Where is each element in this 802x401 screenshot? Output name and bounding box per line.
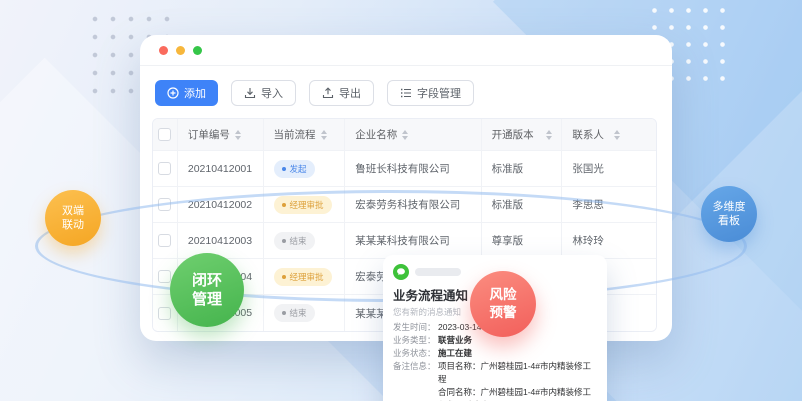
bubble-text: 双端	[62, 204, 84, 218]
table-row: 20210412003 结束 某某某科技有限公司 尊享版 林玲玲	[153, 223, 656, 259]
bubble-text: 闭环	[192, 271, 222, 291]
state-label: 业务状态：	[393, 347, 438, 360]
status-label: 发起	[290, 163, 307, 175]
status-dot	[282, 311, 286, 315]
contact-name: 林玲玲	[562, 223, 656, 258]
plus-circle-icon	[167, 87, 179, 99]
remark-line-1: 项目名称：广州碧桂园1-4#市内精装修工程	[438, 360, 597, 386]
table-row: 20210412001 发起 鲁班长科技有限公司 标准版 张国光	[153, 151, 656, 187]
bubble-text: 预警	[490, 304, 517, 322]
add-button-label: 添加	[184, 85, 206, 101]
company-name: 某某某科技有限公司	[345, 223, 481, 258]
table-header-row: 订单编号 当前流程 企业名称 开通版本 联系人	[153, 119, 656, 151]
bubble-text: 联动	[62, 218, 84, 232]
sort-icon[interactable]	[321, 130, 327, 140]
order-no: 20210412001	[178, 151, 264, 186]
column-header-contact: 联系人	[572, 127, 604, 142]
window-maximize-button[interactable]	[193, 46, 202, 55]
status-label: 结束	[290, 235, 307, 247]
field-management-button[interactable]: 字段管理	[387, 80, 474, 106]
status-dot	[282, 239, 286, 243]
status-label: 结束	[290, 307, 307, 319]
feature-bubble-closed-loop: 闭环 管理	[170, 253, 244, 327]
feature-bubble-dashboard: 多维度 看板	[701, 186, 757, 242]
status-badge: 结束	[274, 232, 315, 250]
row-checkbox[interactable]	[158, 234, 171, 247]
window-minimize-button[interactable]	[176, 46, 185, 55]
bubble-text: 管理	[192, 290, 222, 310]
order-no: 20210412002	[178, 187, 264, 222]
sort-icon[interactable]	[402, 130, 408, 140]
company-name: 鲁班长科技有限公司	[345, 151, 481, 186]
bubble-text: 看板	[718, 214, 740, 228]
toolbar: 添加 导入 导出 字段管理	[155, 80, 474, 106]
bubble-text: 风险	[490, 286, 517, 304]
marketing-hero-scene: 添加 导入 导出 字段管理	[0, 0, 802, 401]
notification-remark-line: 备注信息： 项目名称：广州碧桂园1-4#市内精装修工程 合同名称：广州碧桂园1-…	[393, 360, 597, 401]
import-button[interactable]: 导入	[231, 80, 296, 106]
field-management-button-label: 字段管理	[417, 85, 461, 101]
version: 尊享版	[482, 223, 563, 258]
company-name: 宏泰劳务科技有限公司	[345, 187, 481, 222]
status-dot	[282, 275, 286, 279]
column-header-flow: 当前流程	[274, 127, 316, 142]
notification-state-line: 业务状态： 施工在建	[393, 347, 597, 360]
window-titlebar	[140, 35, 672, 66]
sort-icon[interactable]	[546, 130, 552, 140]
status-badge: 经理审批	[274, 196, 332, 214]
status-dot	[282, 203, 286, 207]
export-button-label: 导出	[339, 85, 361, 101]
status-label: 经理审批	[290, 199, 324, 211]
row-checkbox[interactable]	[158, 307, 171, 320]
wechat-icon	[393, 264, 409, 280]
bubble-text: 多维度	[713, 200, 746, 214]
table-row: 20210412002 经理审批 宏泰劳务科技有限公司 标准版 李思思	[153, 187, 656, 223]
feature-bubble-dual-link: 双端 联动	[45, 190, 101, 246]
remark-values: 项目名称：广州碧桂园1-4#市内精装修工程 合同名称：广州碧桂园1-4#市内精装…	[438, 360, 597, 401]
type-label: 业务类型：	[393, 334, 438, 347]
row-checkbox[interactable]	[158, 162, 171, 175]
status-badge: 发起	[274, 160, 315, 178]
row-checkbox[interactable]	[158, 198, 171, 211]
version: 标准版	[482, 151, 563, 186]
contact-name: 张国光	[562, 151, 656, 186]
feature-bubble-risk-alert: 风险 预警	[470, 271, 536, 337]
contact-name: 李思思	[562, 187, 656, 222]
sender-placeholder-bar	[415, 268, 461, 276]
column-header-order-no: 订单编号	[188, 127, 230, 142]
status-label: 经理审批	[290, 271, 324, 283]
order-no: 20210412003	[178, 223, 264, 258]
status-badge: 经理审批	[274, 268, 332, 286]
export-icon	[322, 87, 334, 99]
remark-label: 备注信息：	[393, 360, 438, 401]
add-button[interactable]: 添加	[155, 80, 218, 106]
sort-icon[interactable]	[614, 130, 620, 140]
status-dot	[282, 167, 286, 171]
version: 标准版	[482, 187, 563, 222]
column-header-version: 开通版本	[492, 127, 534, 142]
sort-icon[interactable]	[235, 130, 241, 140]
column-header-company: 企业名称	[355, 127, 397, 142]
select-all-checkbox[interactable]	[158, 128, 171, 141]
row-checkbox[interactable]	[158, 270, 171, 283]
remark-line-2: 合同名称：广州碧桂园1-4#市内精装修工程龙骨采购合同	[438, 386, 597, 401]
export-button[interactable]: 导出	[309, 80, 374, 106]
type-value: 联营业务	[438, 334, 472, 347]
import-icon	[244, 87, 256, 99]
state-value: 施工在建	[438, 347, 472, 360]
import-button-label: 导入	[261, 85, 283, 101]
window-close-button[interactable]	[159, 46, 168, 55]
list-settings-icon	[400, 87, 412, 99]
status-badge: 结束	[274, 304, 315, 322]
time-label: 发生时间：	[393, 321, 438, 334]
